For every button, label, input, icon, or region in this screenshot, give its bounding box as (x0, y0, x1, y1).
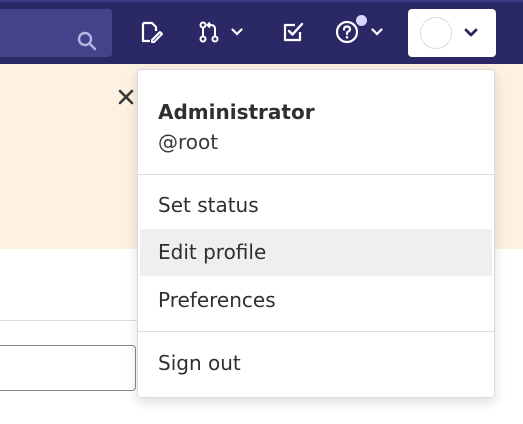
menu-divider (138, 174, 494, 175)
user-username: @root (158, 130, 219, 154)
close-icon[interactable] (117, 88, 135, 106)
topbar-edge (0, 0, 523, 2)
chevron-down-icon[interactable] (371, 27, 383, 37)
text-input[interactable] (0, 345, 136, 391)
content-divider (0, 320, 138, 321)
chevron-down-icon[interactable] (464, 27, 478, 39)
merge-request-icon[interactable] (197, 20, 221, 44)
top-navigation-bar (0, 0, 523, 64)
user-dropdown-menu: Administrator @root Set status Edit prof… (137, 69, 495, 398)
help-icon[interactable] (335, 20, 359, 44)
menu-divider (138, 331, 494, 332)
set-status-item[interactable]: Set status (140, 182, 492, 229)
edit-profile-item[interactable]: Edit profile (140, 229, 492, 276)
user-info-header: Administrator @root (138, 70, 494, 174)
search-input[interactable] (0, 9, 112, 57)
preferences-item[interactable]: Preferences (140, 277, 492, 324)
user-menu-button[interactable] (408, 9, 496, 57)
user-name: Administrator (158, 100, 315, 124)
sign-out-item[interactable]: Sign out (140, 340, 492, 387)
todo-icon[interactable] (281, 20, 305, 44)
chevron-down-icon[interactable] (231, 27, 243, 37)
notification-dot-icon (356, 15, 367, 26)
avatar[interactable] (420, 17, 452, 49)
issues-icon[interactable] (139, 20, 163, 44)
search-icon[interactable] (77, 31, 97, 51)
